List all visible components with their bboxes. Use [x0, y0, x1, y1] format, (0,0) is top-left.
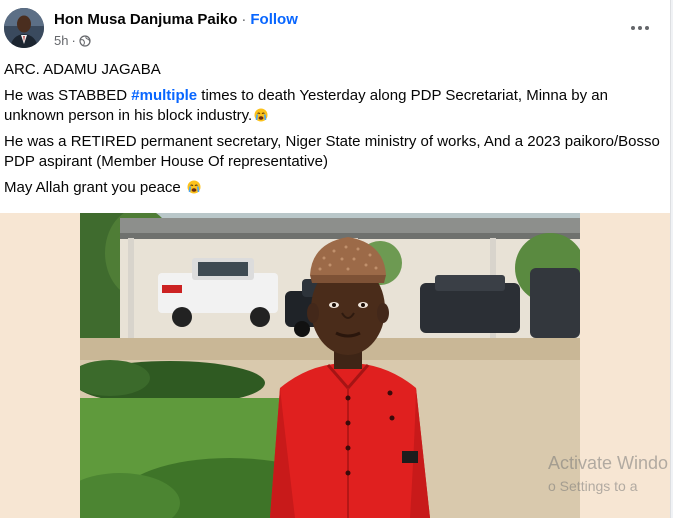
crying-face-emoji-icon — [254, 108, 268, 122]
text-segment: May Allah grant you peace — [4, 179, 181, 196]
more-options-button[interactable] — [622, 14, 658, 42]
post-text: ARC. ADAMU JAGABA He was STABBED #multip… — [4, 60, 664, 204]
author-line: Hon Musa Danjuma Paiko · Follow — [54, 11, 298, 28]
post-paragraph-stabbed: He was STABBED #multiple times to death … — [4, 86, 664, 126]
text-segment: He was STABBED — [4, 87, 132, 104]
post-timestamp[interactable]: 5h — [54, 33, 68, 48]
author-name[interactable]: Hon Musa Danjuma Paiko — [54, 11, 237, 28]
post-header: Hon Musa Danjuma Paiko · Follow 5h · — [0, 0, 670, 56]
facebook-post: Hon Musa Danjuma Paiko · Follow 5h · ARC. … — [0, 0, 671, 518]
post-paragraph-prayer: May Allah grant you peace — [4, 178, 664, 198]
post-photo[interactable] — [80, 213, 580, 518]
separator-dot: · — [241, 11, 247, 28]
hashtag-link[interactable]: #multiple — [131, 87, 197, 104]
crying-face-emoji-icon — [187, 180, 201, 194]
author-avatar[interactable] — [4, 8, 44, 48]
activate-windows-watermark: Activate Windo — [548, 453, 669, 473]
globe-icon[interactable] — [79, 34, 91, 47]
follow-button[interactable]: Follow — [250, 11, 298, 28]
post-paragraph-bio: He was a RETIRED permanent secretary, Ni… — [4, 133, 660, 170]
separator-dot: · — [71, 33, 76, 48]
post-paragraph-title: ARC. ADAMU JAGABA — [4, 61, 161, 78]
post-meta: 5h · — [54, 33, 91, 48]
activate-windows-subtext: o Settings to a — [548, 478, 638, 494]
more-options-icon — [630, 26, 651, 30]
